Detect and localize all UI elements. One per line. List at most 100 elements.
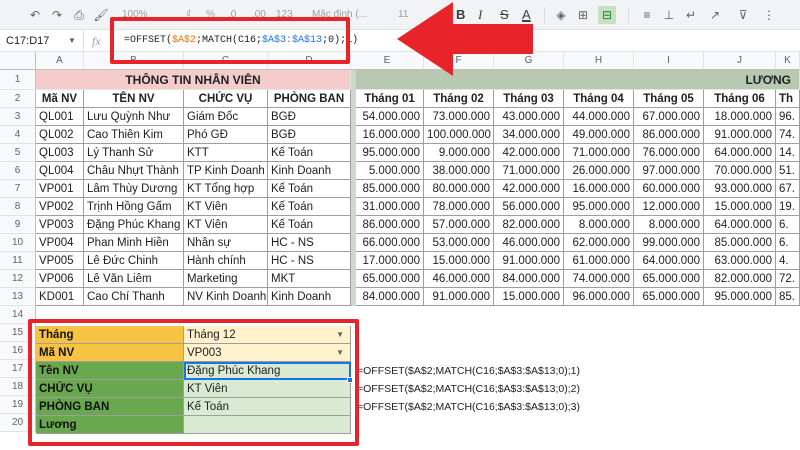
employee-cell[interactable]: Trịnh Hồng Gấm <box>84 198 184 216</box>
horizontal-align-icon[interactable]: ≡ <box>638 6 656 24</box>
salary-cell[interactable]: 56.000.000 <box>494 198 564 216</box>
row-header[interactable]: 8 <box>0 198 36 216</box>
paint-format-icon[interactable]: 🖌 <box>92 6 110 24</box>
salary-cell[interactable]: 31.000.000 <box>356 198 424 216</box>
row-header[interactable]: 14 <box>0 306 36 324</box>
salary-header-cell[interactable]: Tháng 02 <box>424 90 494 108</box>
salary-cell[interactable]: 34.000.000 <box>494 126 564 144</box>
salary-cell[interactable]: 95.000.000 <box>356 144 424 162</box>
employee-cell[interactable]: Kế Toán <box>268 198 351 216</box>
row-header[interactable]: 4 <box>0 126 36 144</box>
salary-cell[interactable]: 93.000.000 <box>704 180 776 198</box>
salary-cell[interactable]: 15.000.000 <box>704 198 776 216</box>
employee-cell[interactable]: VP002 <box>36 198 84 216</box>
salary-cell[interactable]: 85.000.000 <box>704 234 776 252</box>
salary-header-cell[interactable]: Tháng 06 <box>704 90 776 108</box>
employee-cell[interactable]: Phan Minh Hiền <box>84 234 184 252</box>
more-options-icon[interactable]: ⋮ <box>760 6 778 24</box>
manv-dropdown[interactable]: VP003 ▼ <box>184 344 351 362</box>
employee-cell[interactable]: BGĐ <box>268 126 351 144</box>
salary-cell[interactable]: 71.000.000 <box>494 162 564 180</box>
chevron-down-icon[interactable]: ▼ <box>68 30 76 52</box>
thang-label[interactable]: Tháng <box>36 326 184 344</box>
salary-cell[interactable]: 46.000.000 <box>494 234 564 252</box>
salary-cell[interactable]: 17.000.000 <box>356 252 424 270</box>
salary-cell[interactable]: 14. <box>776 144 800 162</box>
salary-cell[interactable]: 44.000.000 <box>564 108 634 126</box>
salary-cell[interactable]: 6. <box>776 216 800 234</box>
salary-cell[interactable]: 6. <box>776 234 800 252</box>
employee-cell[interactable]: BGĐ <box>268 108 351 126</box>
salary-cell[interactable]: 74. <box>776 126 800 144</box>
employee-cell[interactable]: Marketing <box>184 270 268 288</box>
salary-cell[interactable]: 95.000.000 <box>564 198 634 216</box>
fill-color-icon[interactable]: ◈ <box>552 6 570 24</box>
employee-cell[interactable]: KT Viên <box>184 198 268 216</box>
salary-cell[interactable]: 62.000.000 <box>564 234 634 252</box>
salary-cell[interactable]: 57.000.000 <box>424 216 494 234</box>
salary-cell[interactable]: 99.000.000 <box>634 234 704 252</box>
column-header[interactable]: B <box>84 52 184 70</box>
employee-header-cell[interactable]: CHỨC VỤ <box>184 90 268 108</box>
tennv-label[interactable]: Tên NV <box>36 362 184 380</box>
employee-cell[interactable]: TP Kinh Doanh <box>184 162 268 180</box>
salary-cell[interactable]: 19. <box>776 198 800 216</box>
employee-cell[interactable]: QL002 <box>36 126 84 144</box>
row-header[interactable]: 7 <box>0 180 36 198</box>
salary-cell[interactable]: 43.000.000 <box>494 108 564 126</box>
luong-label[interactable]: Lương <box>36 416 184 434</box>
salary-cell[interactable]: 91.000.000 <box>424 288 494 306</box>
employee-cell[interactable]: KTT <box>184 144 268 162</box>
salary-cell[interactable]: 12.000.000 <box>634 198 704 216</box>
column-header[interactable]: I <box>634 52 704 70</box>
salary-cell[interactable]: 70.000.000 <box>704 162 776 180</box>
salary-cell[interactable]: 67. <box>776 180 800 198</box>
salary-cell[interactable]: 84.000.000 <box>356 288 424 306</box>
print-icon[interactable]: ⎙ <box>70 6 88 24</box>
employee-cell[interactable]: NV Kinh Doanh <box>184 288 268 306</box>
salary-cell[interactable]: 54.000.000 <box>356 108 424 126</box>
luong-value-cell[interactable] <box>184 416 351 434</box>
salary-header-cell[interactable]: Tháng 05 <box>634 90 704 108</box>
salary-cell[interactable]: 71.000.000 <box>564 144 634 162</box>
employee-cell[interactable]: VP001 <box>36 180 84 198</box>
row-header[interactable]: 12 <box>0 270 36 288</box>
row-header[interactable]: 11 <box>0 252 36 270</box>
salary-cell[interactable]: 8.000.000 <box>564 216 634 234</box>
tennv-value-cell[interactable]: Đặng Phúc Khang <box>184 362 351 380</box>
row-header[interactable]: 10 <box>0 234 36 252</box>
salary-cell[interactable]: 51. <box>776 162 800 180</box>
salary-cell[interactable]: 9.000.000 <box>424 144 494 162</box>
salary-cell[interactable]: 8.000.000 <box>634 216 704 234</box>
salary-cell[interactable]: 80.000.000 <box>424 180 494 198</box>
salary-cell[interactable]: 42.000.000 <box>494 180 564 198</box>
select-all-corner[interactable] <box>0 52 36 70</box>
salary-cell[interactable]: 78.000.000 <box>424 198 494 216</box>
salary-cell[interactable]: 100.000.000 <box>424 126 494 144</box>
phongban-label[interactable]: PHÒNG BAN <box>36 398 184 416</box>
employee-cell[interactable]: Kế Toán <box>268 216 351 234</box>
row-header[interactable]: 6 <box>0 162 36 180</box>
manv-label[interactable]: Mã NV <box>36 344 184 362</box>
salary-cell[interactable]: 60.000.000 <box>634 180 704 198</box>
salary-cell[interactable]: 67.000.000 <box>634 108 704 126</box>
salary-cell[interactable]: 49.000.000 <box>564 126 634 144</box>
employee-cell[interactable]: KD001 <box>36 288 84 306</box>
employee-cell[interactable]: Kinh Doanh <box>268 162 351 180</box>
formula-input[interactable]: =OFFSET($A$2;MATCH(C16;$A$3:$A$13;0);1) <box>124 30 358 52</box>
salary-cell[interactable]: 61.000.000 <box>564 252 634 270</box>
row-header[interactable]: 3 <box>0 108 36 126</box>
salary-cell[interactable]: 85.000.000 <box>356 180 424 198</box>
salary-cell[interactable]: 38.000.000 <box>424 162 494 180</box>
employee-cell[interactable]: Hành chính <box>184 252 268 270</box>
chevron-down-icon[interactable]: ▼ <box>336 344 344 362</box>
salary-cell[interactable]: 82.000.000 <box>704 270 776 288</box>
salary-cell[interactable]: 76.000.000 <box>634 144 704 162</box>
row-header[interactable]: 16 <box>0 342 36 360</box>
salary-header-cell[interactable]: Tháng 03 <box>494 90 564 108</box>
employee-cell[interactable]: VP003 <box>36 216 84 234</box>
font-family-select[interactable]: Mặc định (... <box>312 6 367 24</box>
employee-cell[interactable]: KT Tổng hợp <box>184 180 268 198</box>
column-header[interactable]: C <box>184 52 268 70</box>
column-header[interactable]: A <box>36 52 84 70</box>
